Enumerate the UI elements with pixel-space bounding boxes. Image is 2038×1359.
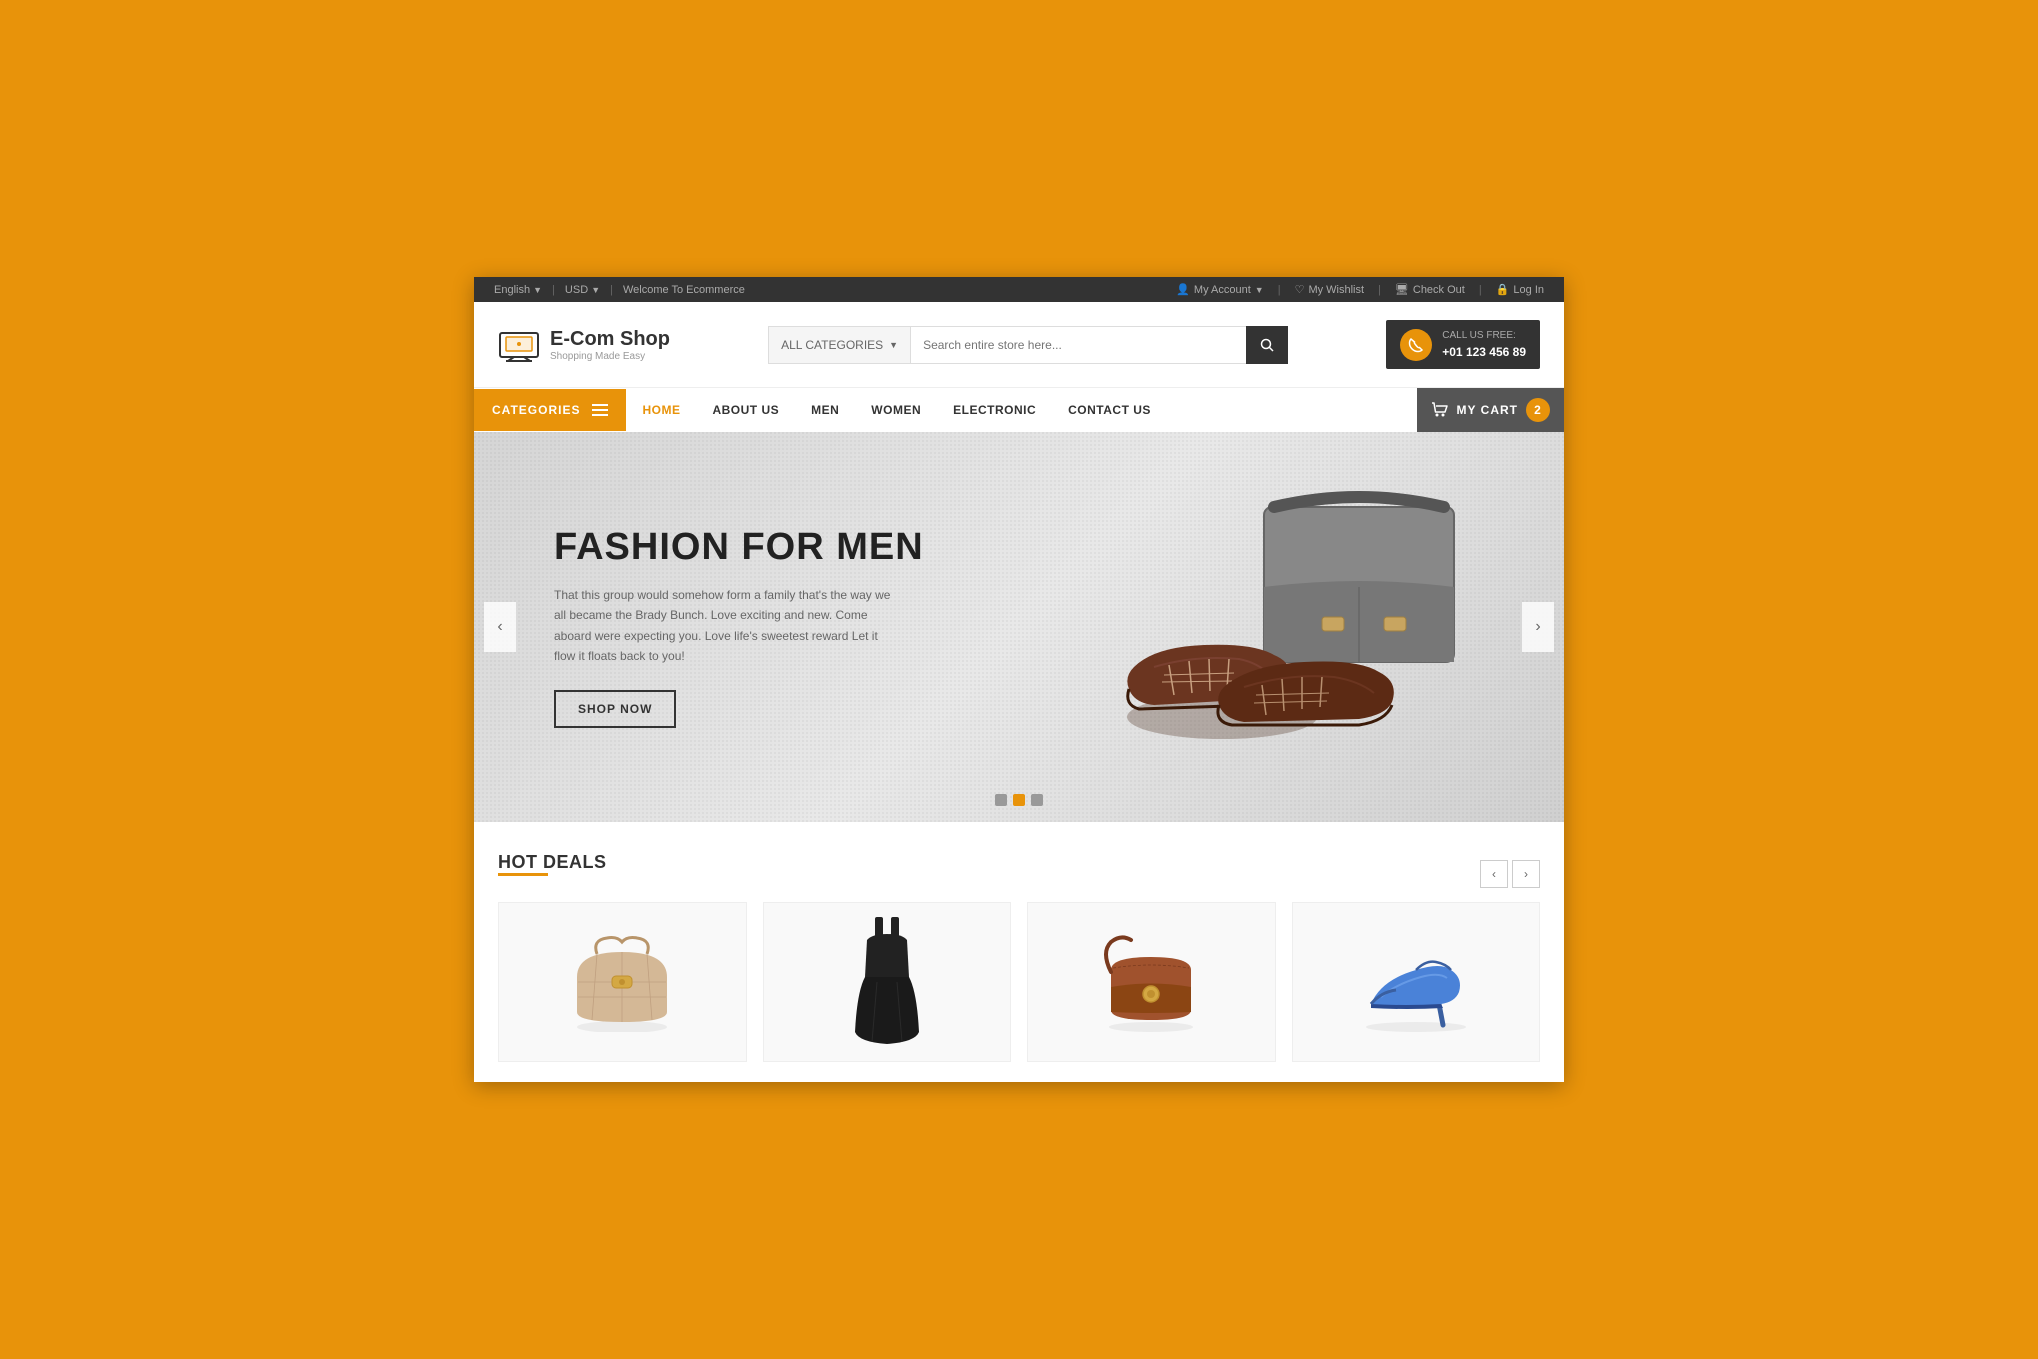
slider-content: FASHION FOR MEN That this group would so…	[474, 526, 1564, 729]
slider-title: FASHION FOR MEN	[554, 526, 1484, 569]
product-image-4	[1351, 932, 1481, 1032]
search-icon	[1260, 338, 1274, 352]
lock-icon: 🔒	[1496, 283, 1510, 296]
products-grid	[498, 902, 1540, 1062]
cart-count-badge: 2	[1526, 398, 1550, 422]
cart-label: MY CART	[1457, 403, 1518, 417]
search-input[interactable]	[910, 326, 1246, 364]
hero-slider: ‹ FASHION FOR MEN That this group would …	[474, 432, 1564, 822]
product-image-1	[562, 932, 682, 1032]
top-bar-left: English ▼ | USD ▼ | Welcome To Ecommerce	[494, 284, 745, 296]
product-card-4[interactable]	[1292, 902, 1541, 1062]
call-text: CALL US FREE: +01 123 456 89	[1442, 328, 1526, 361]
slider-dots	[995, 794, 1043, 806]
call-number: +01 123 456 89	[1442, 343, 1526, 361]
heart-icon: ♡	[1295, 283, 1305, 296]
hot-deals-section: HOT DEALS ‹ ›	[474, 822, 1564, 1082]
logo[interactable]: E-Com Shop Shopping Made Easy	[498, 327, 670, 363]
products-prev-button[interactable]: ‹	[1480, 860, 1508, 888]
call-label: CALL US FREE:	[1442, 328, 1526, 343]
login-link[interactable]: 🔒 Log In	[1496, 283, 1544, 296]
slider-dot-2[interactable]	[1013, 794, 1025, 806]
cart-button[interactable]: MY CART 2	[1417, 388, 1564, 432]
logo-tagline: Shopping Made Easy	[550, 351, 670, 362]
slider-prev-button[interactable]: ‹	[484, 602, 516, 652]
cart-icon	[1431, 402, 1449, 418]
call-us-section: CALL US FREE: +01 123 456 89	[1386, 320, 1540, 369]
shop-now-button[interactable]: SHOP NOW	[554, 690, 676, 728]
search-button[interactable]	[1246, 326, 1288, 364]
product-card-1[interactable]	[498, 902, 747, 1062]
checkout-link[interactable]: 🖥 Check Out	[1395, 283, 1465, 296]
dropdown-chevron-icon: ▼	[889, 340, 898, 350]
navigation-bar: CATEGORIES HOME ABOUT US MEN WOMEN ELECT…	[474, 387, 1564, 432]
search-category-dropdown[interactable]: ALL CATEGORIES ▼	[768, 326, 910, 364]
logo-text: E-Com Shop Shopping Made Easy	[550, 328, 670, 362]
nav-home[interactable]: HOME	[626, 389, 696, 431]
my-wishlist-link[interactable]: ♡ My Wishlist	[1295, 283, 1364, 296]
nav-electronic[interactable]: ELECTRONIC	[937, 389, 1052, 431]
categories-button[interactable]: CATEGORIES	[474, 389, 626, 431]
phone-icon	[1408, 337, 1424, 353]
separator-2: |	[610, 284, 613, 296]
nav-contact[interactable]: CONTACT US	[1052, 389, 1167, 431]
nav-left: CATEGORIES HOME ABOUT US MEN WOMEN ELECT…	[474, 389, 1167, 431]
nav-men[interactable]: MEN	[795, 389, 855, 431]
section-header: HOT DEALS ‹ ›	[498, 852, 1540, 896]
categories-label: CATEGORIES	[492, 403, 580, 417]
logo-svg	[498, 327, 540, 363]
separator-4: |	[1378, 284, 1381, 296]
header: E-Com Shop Shopping Made Easy ALL CATEGO…	[474, 302, 1564, 387]
top-bar: English ▼ | USD ▼ | Welcome To Ecommerce…	[474, 277, 1564, 302]
products-next-button[interactable]: ›	[1512, 860, 1540, 888]
search-bar: ALL CATEGORIES ▼	[768, 326, 1288, 364]
nav-links: HOME ABOUT US MEN WOMEN ELECTRONIC CONTA…	[626, 389, 1166, 431]
user-icon: 👤	[1176, 283, 1190, 296]
checkout-icon: 🖥	[1395, 283, 1409, 296]
browser-window: English ▼ | USD ▼ | Welcome To Ecommerce…	[474, 277, 1564, 1082]
phone-icon-circle	[1400, 329, 1432, 361]
section-title: HOT DEALS	[498, 852, 607, 873]
product-image-2	[847, 912, 927, 1052]
section-nav-arrows: ‹ ›	[1480, 860, 1540, 888]
slider-next-button[interactable]: ›	[1522, 602, 1554, 652]
separator-5: |	[1479, 284, 1482, 296]
top-bar-right: 👤 My Account ▼ | ♡ My Wishlist | 🖥 Check…	[1176, 283, 1544, 296]
welcome-text: Welcome To Ecommerce	[623, 284, 745, 296]
nav-about[interactable]: ABOUT US	[696, 389, 795, 431]
slider-dot-3[interactable]	[1031, 794, 1043, 806]
separator-1: |	[552, 284, 555, 296]
section-title-area: HOT DEALS	[498, 852, 607, 896]
slider-description: That this group would somehow form a fam…	[554, 585, 894, 667]
product-image-3	[1091, 932, 1211, 1032]
product-card-3[interactable]	[1027, 902, 1276, 1062]
nav-women[interactable]: WOMEN	[855, 389, 937, 431]
language-selector[interactable]: English ▼	[494, 284, 542, 296]
logo-name: E-Com Shop	[550, 328, 670, 351]
slider-dot-1[interactable]	[995, 794, 1007, 806]
product-card-2[interactable]	[763, 902, 1012, 1062]
my-account-link[interactable]: 👤 My Account ▼	[1176, 283, 1263, 296]
separator-3: |	[1278, 284, 1281, 296]
section-title-underline	[498, 873, 548, 876]
hamburger-icon	[592, 404, 608, 416]
currency-selector[interactable]: USD ▼	[565, 284, 600, 296]
